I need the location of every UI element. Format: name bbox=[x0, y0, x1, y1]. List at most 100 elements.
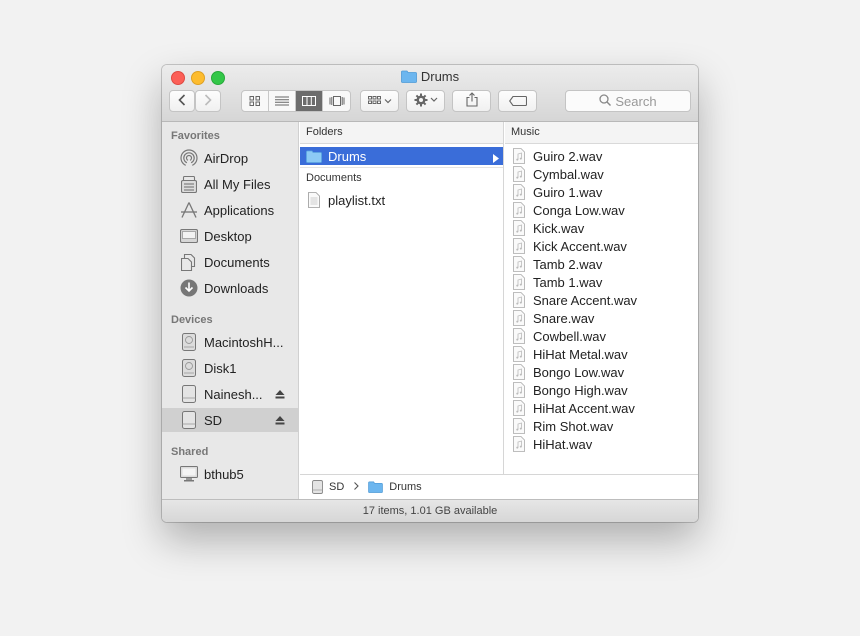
audio-file-icon bbox=[511, 328, 527, 344]
list-view-button[interactable] bbox=[269, 91, 296, 111]
music-file-label: Cowbell.wav bbox=[533, 328, 606, 344]
applications-icon bbox=[179, 201, 199, 219]
sidebar-section-favorites: Favorites bbox=[171, 130, 220, 142]
search-placeholder: Search bbox=[615, 93, 657, 109]
music-file-row[interactable]: Kick.wav bbox=[505, 219, 698, 237]
group-separator bbox=[300, 167, 503, 168]
chevron-left-icon bbox=[178, 93, 186, 109]
sidebar-item-documents[interactable]: Documents bbox=[162, 250, 299, 274]
music-file-row[interactable]: Kick Accent.wav bbox=[505, 237, 698, 255]
arrange-icon bbox=[367, 94, 392, 109]
forward-button[interactable] bbox=[195, 90, 221, 112]
eject-icon[interactable] bbox=[275, 413, 285, 428]
music-file-row[interactable]: Bongo High.wav bbox=[505, 381, 698, 399]
music-file-row[interactable]: Cymbal.wav bbox=[505, 165, 698, 183]
audio-file-icon bbox=[511, 184, 527, 200]
external-drive-icon bbox=[179, 385, 199, 403]
music-file-row[interactable]: Snare.wav bbox=[505, 309, 698, 327]
sidebar-item-nainesh[interactable]: Nainesh... bbox=[162, 382, 299, 406]
arrange-button[interactable] bbox=[360, 90, 399, 112]
eject-icon[interactable] bbox=[275, 387, 285, 402]
desktop-icon bbox=[179, 227, 199, 245]
music-file-row[interactable]: Tamb 1.wav bbox=[505, 273, 698, 291]
sidebar-item-label: Downloads bbox=[204, 280, 269, 296]
music-file-row[interactable]: HiHat Accent.wav bbox=[505, 399, 698, 417]
music-file-label: HiHat Accent.wav bbox=[533, 400, 635, 416]
back-button[interactable] bbox=[169, 90, 195, 112]
tag-icon bbox=[508, 94, 527, 109]
view-mode-segmented-control bbox=[241, 90, 351, 112]
music-file-row[interactable]: HiHat.wav bbox=[505, 435, 698, 453]
music-file-label: Guiro 1.wav bbox=[533, 184, 603, 200]
audio-file-icon bbox=[511, 364, 527, 380]
icon-view-icon bbox=[249, 94, 261, 109]
chevron-right-icon bbox=[204, 93, 212, 109]
computer-icon bbox=[179, 465, 199, 483]
column-view-button[interactable] bbox=[296, 91, 323, 111]
search-field[interactable]: Search bbox=[565, 90, 691, 112]
share-button[interactable] bbox=[452, 90, 491, 112]
folder-icon bbox=[368, 481, 384, 493]
music-file-label: Snare.wav bbox=[533, 310, 595, 326]
sidebar-item-label: SD bbox=[204, 412, 223, 428]
icon-view-button[interactable] bbox=[242, 91, 269, 111]
documents-group-label: Documents bbox=[306, 172, 362, 184]
audio-file-icon bbox=[511, 310, 527, 326]
sidebar-item-label: AirDrop bbox=[204, 150, 249, 166]
finder-window: Drums Search Favorites AirDrop All My Fi… bbox=[162, 65, 698, 522]
sidebar-item-label: Applications bbox=[204, 202, 275, 218]
audio-file-icon bbox=[511, 202, 527, 218]
path-segment-sd[interactable]: SD bbox=[329, 481, 344, 493]
music-file-label: Conga Low.wav bbox=[533, 202, 625, 218]
music-file-row[interactable]: Guiro 2.wav bbox=[505, 147, 698, 165]
music-file-row[interactable]: Guiro 1.wav bbox=[505, 183, 698, 201]
text-file-icon bbox=[306, 192, 322, 208]
audio-file-icon bbox=[511, 238, 527, 254]
sidebar-item-applications[interactable]: Applications bbox=[162, 198, 299, 222]
music-file-row[interactable]: Bongo Low.wav bbox=[505, 363, 698, 381]
share-icon bbox=[465, 92, 478, 110]
sidebar-item-disk1[interactable]: Disk1 bbox=[162, 356, 299, 380]
sidebar-item-label: MacintoshH... bbox=[204, 334, 284, 350]
music-column: Music Guiro 2.wav Cymbal.wav Guiro 1.wav Co… bbox=[505, 122, 698, 474]
coverflow-view-button[interactable] bbox=[323, 91, 350, 111]
sidebar-item-desktop[interactable]: Desktop bbox=[162, 224, 299, 248]
music-file-row[interactable]: Snare Accent.wav bbox=[505, 291, 698, 309]
audio-file-icon bbox=[511, 256, 527, 272]
disk-icon bbox=[179, 359, 199, 377]
sidebar-item-label: Documents bbox=[204, 254, 270, 270]
airdrop-icon bbox=[179, 149, 199, 167]
documents-icon bbox=[179, 253, 199, 271]
music-file-row[interactable]: Cowbell.wav bbox=[505, 327, 698, 345]
music-file-row[interactable]: Rim Shot.wav bbox=[505, 417, 698, 435]
music-file-label: Guiro 2.wav bbox=[533, 148, 603, 164]
tag-button[interactable] bbox=[498, 90, 537, 112]
music-file-label: Kick Accent.wav bbox=[533, 238, 627, 254]
audio-file-icon bbox=[511, 292, 527, 308]
music-file-row[interactable]: Conga Low.wav bbox=[505, 201, 698, 219]
path-segment-drums[interactable]: Drums bbox=[389, 481, 421, 493]
sidebar-item-sd[interactable]: SD bbox=[162, 408, 299, 432]
music-file-row[interactable]: Tamb 2.wav bbox=[505, 255, 698, 273]
action-button[interactable] bbox=[406, 90, 445, 112]
window-title: Drums bbox=[162, 69, 698, 86]
search-icon bbox=[599, 93, 615, 109]
folder-row-drums[interactable]: Drums bbox=[300, 147, 503, 165]
sidebar-item-downloads[interactable]: Downloads bbox=[162, 276, 299, 300]
titlebar: Drums Search bbox=[162, 65, 698, 122]
sidebar-item-airdrop[interactable]: AirDrop bbox=[162, 146, 299, 170]
list-view-icon bbox=[275, 94, 289, 109]
file-row-playlist[interactable]: playlist.txt bbox=[300, 191, 503, 209]
coverflow-view-icon bbox=[329, 94, 345, 109]
sidebar-item-all-my-files[interactable]: All My Files bbox=[162, 172, 299, 196]
sidebar-item-label: Disk1 bbox=[204, 360, 237, 376]
sidebar-item-macintosh-hd[interactable]: MacintoshH... bbox=[162, 330, 299, 354]
music-file-label: Snare Accent.wav bbox=[533, 292, 638, 308]
sidebar-item-bthub5[interactable]: bthub5 bbox=[162, 462, 299, 486]
folders-column: Folders Drums Documents playlist.txt bbox=[300, 122, 504, 474]
music-file-row[interactable]: HiHat Metal.wav bbox=[505, 345, 698, 363]
disclosure-arrow-icon bbox=[493, 151, 499, 166]
music-file-label: Bongo High.wav bbox=[533, 382, 628, 398]
file-row-label: playlist.txt bbox=[328, 192, 386, 208]
music-file-label: HiHat.wav bbox=[533, 436, 593, 452]
